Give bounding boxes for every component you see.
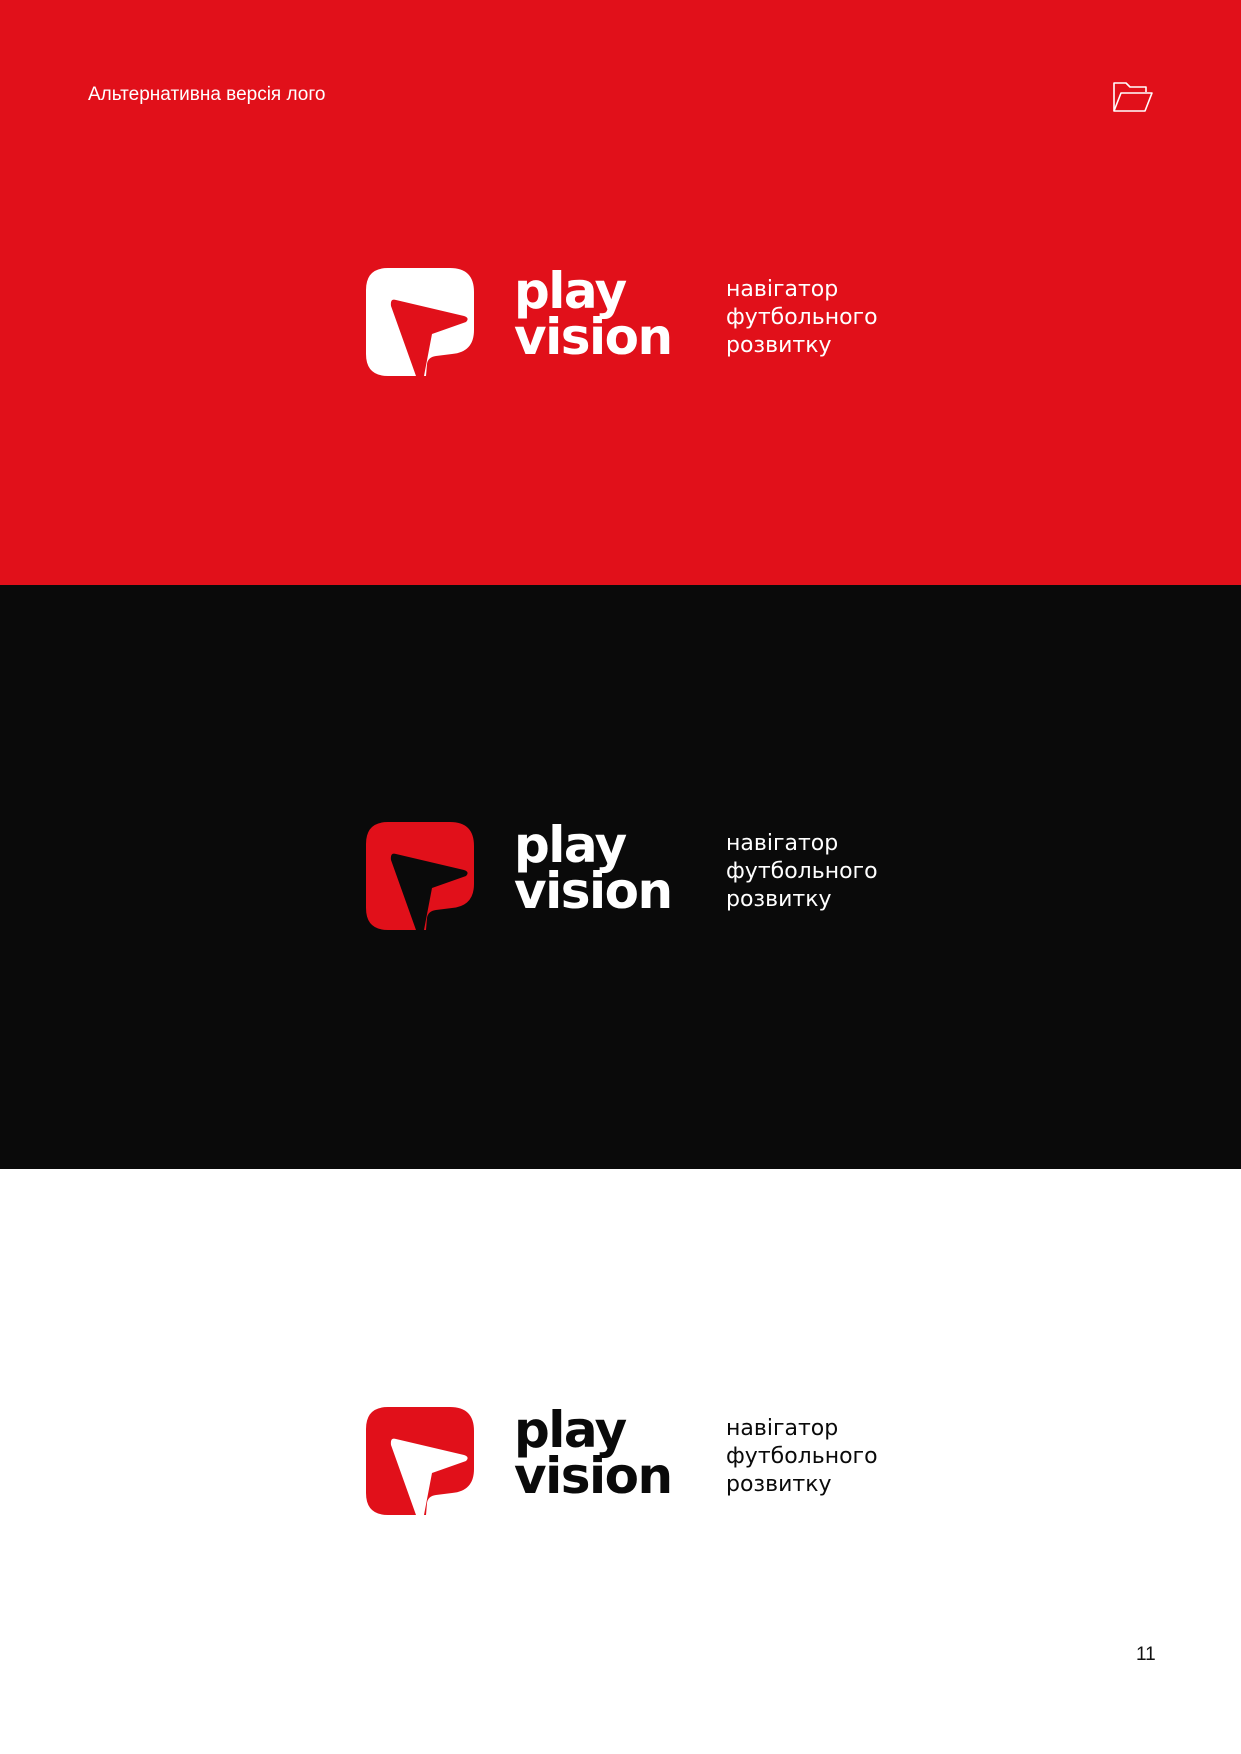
- tagline: навігатор футбольного розвитку: [726, 1415, 878, 1499]
- tagline-line-2: футбольного: [726, 859, 878, 884]
- playvision-mark-icon: [366, 268, 474, 376]
- playvision-mark-icon: [366, 1407, 474, 1515]
- wordmark-vision: vision: [514, 862, 673, 920]
- logo-lockup-on-white: play vision навігатор футбольного розвит…: [366, 1405, 886, 1517]
- section-title: Альтернативна версія лого: [88, 84, 326, 105]
- tagline: навігатор футбольного розвитку: [726, 830, 878, 914]
- tagline: навігатор футбольного розвитку: [726, 276, 878, 360]
- playvision-mark-icon: [366, 822, 474, 930]
- tagline-line-3: розвитку: [726, 887, 832, 912]
- wordmark: play vision: [514, 266, 694, 366]
- tagline-line-1: навігатор: [726, 277, 839, 302]
- logo-lockup-on-red: play vision навігатор футбольного розвит…: [366, 266, 886, 378]
- folder-open-icon: [1112, 80, 1154, 114]
- tagline-line-2: футбольного: [726, 1444, 878, 1469]
- page-number: 11: [1136, 1644, 1156, 1665]
- tagline-line-1: навігатор: [726, 1416, 839, 1441]
- tagline-line-1: навігатор: [726, 831, 839, 856]
- wordmark-vision: vision: [514, 1447, 673, 1505]
- tagline-line-3: розвитку: [726, 1472, 832, 1497]
- wordmark: play vision: [514, 820, 694, 920]
- logo-lockup-on-black: play vision навігатор футбольного розвит…: [366, 820, 886, 932]
- tagline-line-3: розвитку: [726, 333, 832, 358]
- wordmark: play vision: [514, 1405, 694, 1505]
- tagline-line-2: футбольного: [726, 305, 878, 330]
- wordmark-vision: vision: [514, 308, 673, 366]
